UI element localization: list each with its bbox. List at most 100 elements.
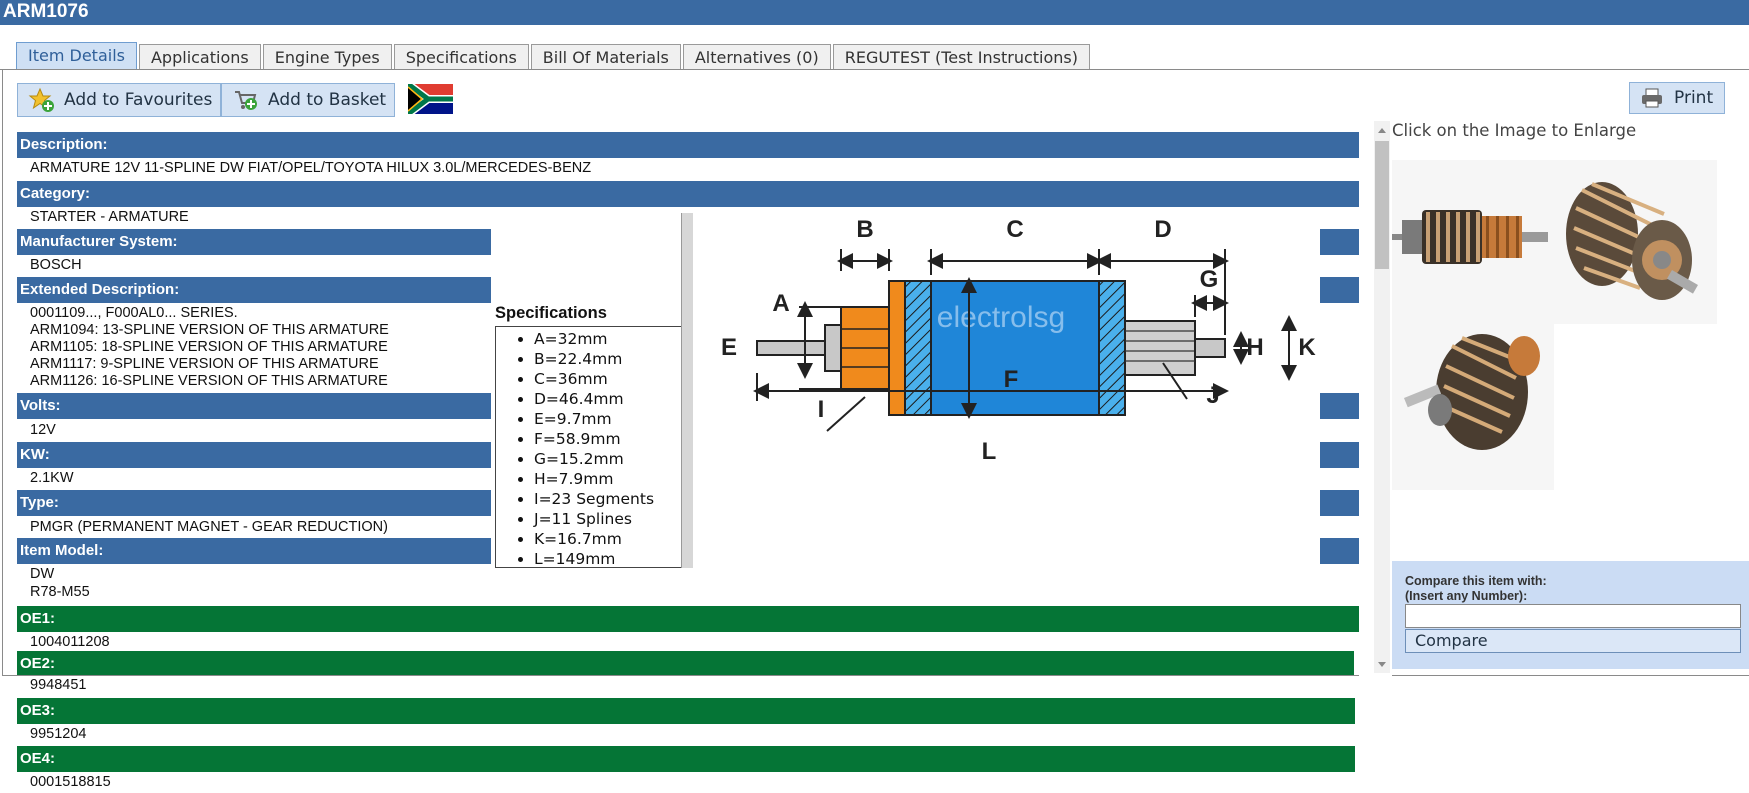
specifications-scrollbar (681, 213, 693, 568)
south-africa-flag-icon (408, 84, 453, 114)
enlarge-hint: Click on the Image to Enlarge (1392, 121, 1637, 140)
oe1-header: OE1: (17, 606, 1359, 632)
compare-label: Compare this item with: (Insert any Numb… (1405, 574, 1547, 604)
item-model-line: DW (30, 566, 55, 582)
dim-label-j: J (1206, 382, 1219, 409)
star-plus-icon (28, 86, 56, 114)
extended-line: ARM1094: 13-SPLINE VERSION OF THIS ARMAT… (30, 322, 389, 338)
add-to-favourites-label: Add to Favourites (64, 90, 213, 110)
description-value: ARMATURE 12V 11-SPLINE DW FIAT/OPEL/TOYO… (30, 160, 592, 176)
oe2-header: OE2: (17, 651, 1354, 675)
tab-panel-bottom-border (2, 675, 1359, 676)
spec-item: F=58.9mm (534, 429, 691, 449)
extended-line: ARM1117: 9-SPLINE VERSION OF THIS ARMATU… (30, 356, 379, 372)
oe3-header: OE3: (17, 698, 1355, 724)
printer-icon (1638, 84, 1666, 112)
category-header: Category: (17, 181, 1359, 207)
kw-header: KW: (17, 442, 491, 468)
specifications-title: Specifications (495, 304, 607, 322)
armature-drawing: electrolsg (756, 280, 1226, 416)
header-stub (1320, 277, 1359, 303)
dim-label-d: D (1154, 216, 1171, 243)
kw-value: 2.1KW (30, 470, 74, 486)
header-stub (1320, 393, 1359, 419)
type-header: Type: (17, 490, 491, 516)
basket-plus-icon (232, 86, 260, 114)
tab-applications[interactable]: Applications (138, 44, 261, 70)
compare-button[interactable]: Compare (1405, 629, 1741, 653)
spec-item: H=7.9mm (534, 469, 691, 489)
tab-regutest[interactable]: REGUTEST (Test Instructions) (832, 44, 1090, 70)
header-stub (1320, 490, 1359, 516)
scroll-down-arrow-icon[interactable] (1374, 657, 1390, 671)
tab-bar: Item Details Applications Engine Types S… (16, 42, 1092, 70)
tab-panel-bottom-border-right (1392, 675, 1749, 676)
item-model-line: R78-M55 (30, 584, 90, 600)
extended-description-header: Extended Description: (17, 277, 491, 303)
add-to-basket-label: Add to Basket (268, 90, 387, 110)
dim-label-i: I (818, 396, 825, 423)
specifications-box: A=32mm B=22.4mm C=36mm D=46.4mm E=9.7mm … (495, 326, 692, 568)
oe3-value: 9951204 (30, 726, 87, 742)
compare-panel: Compare this item with: (Insert any Numb… (1392, 561, 1749, 669)
tab-item-details[interactable]: Item Details (16, 42, 137, 70)
item-model-header: Item Model: (17, 538, 491, 564)
tab-bill-of-materials[interactable]: Bill Of Materials (530, 44, 681, 70)
description-header: Description: (17, 132, 1359, 158)
oe4-header: OE4: (17, 746, 1355, 772)
dim-label-c: C (1006, 216, 1023, 243)
header-stub (1320, 229, 1359, 255)
manufacturer-header: Manufacturer System: (17, 229, 491, 255)
spec-item: J=11 Splines (534, 509, 691, 529)
tab-panel-left-border (2, 69, 3, 675)
oe4-value: 0001518815 (30, 774, 111, 790)
header-stub (1320, 538, 1359, 564)
spec-item: A=32mm (534, 329, 691, 349)
spec-item: L=149mm (534, 549, 691, 569)
tab-alternatives[interactable]: Alternatives (0) (682, 44, 831, 70)
oe2-value: 9948451 (30, 677, 87, 693)
header-stub (1320, 442, 1359, 468)
scroll-up-arrow-icon[interactable] (1374, 123, 1390, 137)
spec-item: I=23 Segments (534, 489, 691, 509)
dim-label-h: H (1246, 334, 1263, 361)
compare-label-line1: Compare this item with: (1405, 574, 1547, 588)
dim-label-f: F (1004, 366, 1019, 393)
compare-number-input[interactable] (1405, 604, 1741, 628)
manufacturer-value: BOSCH (30, 257, 82, 273)
tab-specifications[interactable]: Specifications (393, 44, 529, 70)
extended-line: 0001109..., F000AL0... SERIES. (30, 305, 238, 321)
dim-label-g: G (1200, 266, 1219, 293)
scrollbar-thumb[interactable] (1375, 141, 1389, 269)
volts-header: Volts: (17, 393, 491, 419)
type-value: PMGR (PERMANENT MAGNET - GEAR REDUCTION) (30, 519, 388, 535)
tab-engine-types[interactable]: Engine Types (262, 44, 392, 70)
dim-label-e: E (721, 334, 737, 361)
category-value: STARTER - ARMATURE (30, 209, 189, 225)
extended-line: ARM1126: 16-SPLINE VERSION OF THIS ARMAT… (30, 373, 388, 389)
page-title: ARM1076 (0, 0, 1749, 25)
spec-item: C=36mm (534, 369, 691, 389)
extended-line: ARM1105: 18-SPLINE VERSION OF THIS ARMAT… (30, 339, 388, 355)
watermark-text: electrolsg (937, 301, 1065, 334)
oe1-value: 1004011208 (30, 634, 110, 650)
volts-value: 12V (30, 422, 56, 438)
product-image-gallery[interactable] (1392, 160, 1717, 490)
spec-item: B=22.4mm (534, 349, 691, 369)
print-label: Print (1674, 88, 1714, 108)
dim-label-b: B (856, 216, 873, 243)
print-button[interactable]: Print (1629, 82, 1725, 114)
spec-item: K=16.7mm (534, 529, 691, 549)
spec-item: D=46.4mm (534, 389, 691, 409)
spec-item: G=15.2mm (534, 449, 691, 469)
dim-label-a: A (772, 290, 789, 317)
compare-label-line2: (Insert any Number): (1405, 589, 1528, 603)
dim-label-l: L (982, 438, 997, 465)
armature-dimension-diagram[interactable]: electrolsg B C D G A E F H K I J L (715, 205, 1325, 485)
specifications-list: A=32mm B=22.4mm C=36mm D=46.4mm E=9.7mm … (496, 329, 691, 569)
dim-label-k: K (1298, 334, 1316, 361)
add-to-basket-button[interactable]: Add to Basket (221, 83, 395, 117)
spec-item: E=9.7mm (534, 409, 691, 429)
add-to-favourites-button[interactable]: Add to Favourites (17, 83, 221, 117)
image-panel-scrollbar[interactable] (1374, 121, 1390, 673)
